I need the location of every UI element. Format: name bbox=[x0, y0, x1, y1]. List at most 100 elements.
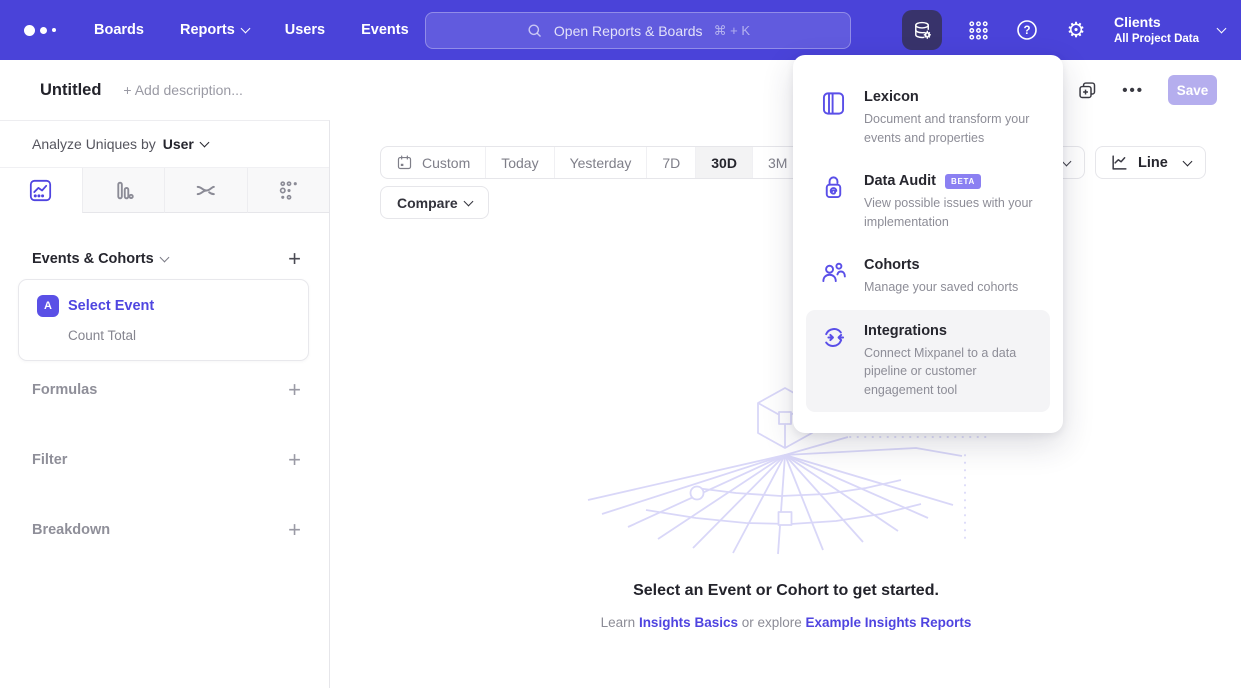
integrations-sync-icon bbox=[820, 324, 847, 351]
nav-item-users[interactable]: Users bbox=[285, 22, 325, 38]
learn-prefix: Learn bbox=[601, 615, 639, 630]
save-button[interactable]: Save bbox=[1168, 75, 1217, 105]
event-letter-badge: A bbox=[37, 295, 59, 317]
tab-metrics-grid[interactable] bbox=[247, 168, 330, 213]
nav-item-label: Reports bbox=[180, 22, 235, 38]
calendar-icon bbox=[396, 154, 413, 171]
org-name: Clients bbox=[1114, 13, 1199, 32]
search-placeholder: Open Reports & Boards bbox=[554, 23, 703, 39]
date-range-custom[interactable]: Custom bbox=[381, 147, 485, 178]
chevron-down-icon bbox=[1062, 156, 1072, 166]
data-management-button[interactable] bbox=[902, 10, 942, 50]
menu-item-cohorts[interactable]: Cohorts Manage your saved cohorts bbox=[806, 244, 1050, 310]
data-management-popover: Lexicon Document and transform your even… bbox=[793, 55, 1063, 433]
nav-item-label: Events bbox=[361, 22, 409, 38]
project-switcher[interactable]: Clients All Project Data bbox=[1114, 13, 1225, 47]
navbar-right-tools: ? ⚙ Clients All Project Data bbox=[902, 0, 1225, 60]
chevron-down-icon bbox=[463, 196, 473, 206]
event-card[interactable]: A Select Event Count Total bbox=[18, 279, 309, 361]
chevron-down-icon bbox=[240, 24, 250, 34]
add-formula-button[interactable]: + bbox=[288, 379, 301, 401]
beta-badge: BETA bbox=[945, 174, 981, 189]
date-range-today[interactable]: Today bbox=[485, 147, 553, 178]
analyze-label: Analyze Uniques by bbox=[32, 136, 156, 152]
add-event-button[interactable]: + bbox=[288, 248, 301, 270]
bar-chart-icon bbox=[111, 178, 136, 203]
event-aggregation-dropdown[interactable]: Count Total bbox=[68, 328, 290, 343]
tab-flow-chart[interactable] bbox=[164, 168, 247, 213]
menu-item-integrations[interactable]: Integrations Connect Mixpanel to a data … bbox=[806, 310, 1050, 413]
add-filter-button[interactable]: + bbox=[288, 449, 301, 471]
breakdown-label: Breakdown bbox=[32, 522, 110, 538]
date-range-label: Yesterday bbox=[570, 155, 632, 171]
date-range-label: 7D bbox=[662, 155, 680, 171]
line-chart-icon bbox=[28, 178, 53, 203]
nav-item-label: Users bbox=[285, 22, 325, 38]
chevron-down-icon bbox=[1182, 156, 1192, 166]
data-audit-icon bbox=[820, 174, 847, 201]
report-title[interactable]: Untitled bbox=[40, 81, 101, 100]
search-shortcut-hint: ⌘ + K bbox=[714, 23, 751, 39]
menu-item-description: Document and transform your events and p… bbox=[864, 110, 1046, 147]
menu-item-title: Cohorts bbox=[864, 257, 920, 273]
lexicon-book-icon bbox=[820, 90, 847, 117]
date-range-7d[interactable]: 7D bbox=[646, 147, 695, 178]
metrics-grid-icon bbox=[276, 178, 301, 203]
nav-item-label: Boards bbox=[94, 22, 144, 38]
chart-type-tabs bbox=[0, 167, 329, 213]
settings-button[interactable]: ⚙ bbox=[1063, 17, 1089, 43]
chevron-down-icon bbox=[159, 253, 169, 263]
menu-item-title: Integrations bbox=[864, 323, 947, 339]
menu-item-description: View possible issues with your implement… bbox=[864, 194, 1046, 231]
empty-state-title: Select an Event or Cohort to get started… bbox=[331, 582, 1241, 600]
filter-label: Filter bbox=[32, 452, 67, 468]
mixpanel-logo-icon[interactable] bbox=[24, 25, 56, 36]
add-breakdown-button[interactable]: + bbox=[288, 519, 301, 541]
events-cohorts-header: Events & Cohorts + bbox=[32, 248, 301, 270]
top-navbar: Boards Reports Users Events Open Reports… bbox=[0, 0, 1241, 60]
cohorts-users-icon bbox=[820, 258, 847, 285]
line-chart-icon bbox=[1110, 153, 1129, 172]
svg-text:?: ? bbox=[1023, 25, 1030, 37]
compare-dropdown[interactable]: Compare bbox=[380, 186, 489, 219]
more-options-button[interactable]: ••• bbox=[1122, 82, 1144, 99]
chart-type-dropdown[interactable]: Line bbox=[1095, 146, 1206, 179]
apps-grid-button[interactable] bbox=[965, 17, 991, 43]
gear-icon: ⚙ bbox=[1067, 20, 1086, 41]
menu-item-title: Data Audit bbox=[864, 173, 936, 189]
primary-nav: Boards Reports Users Events bbox=[94, 22, 409, 38]
analyze-value-dropdown[interactable]: User bbox=[163, 136, 208, 152]
nav-item-events[interactable]: Events bbox=[361, 22, 409, 38]
help-button[interactable]: ? bbox=[1014, 17, 1040, 43]
grid-dots-icon bbox=[967, 19, 990, 42]
tab-bar-chart[interactable] bbox=[82, 168, 165, 213]
chevron-down-icon bbox=[199, 138, 209, 148]
links-middle-text: or explore bbox=[738, 615, 806, 630]
global-search-input[interactable]: Open Reports & Boards ⌘ + K bbox=[425, 12, 851, 49]
search-icon bbox=[526, 22, 543, 39]
nav-item-boards[interactable]: Boards bbox=[94, 22, 144, 38]
menu-item-lexicon[interactable]: Lexicon Document and transform your even… bbox=[806, 76, 1050, 160]
select-event-button[interactable]: Select Event bbox=[68, 298, 154, 314]
date-range-30d-selected[interactable]: 30D bbox=[695, 147, 752, 178]
duplicate-report-icon[interactable] bbox=[1077, 80, 1098, 101]
nav-item-reports[interactable]: Reports bbox=[180, 22, 249, 38]
insights-basics-link[interactable]: Insights Basics bbox=[639, 615, 738, 630]
menu-item-description: Manage your saved cohorts bbox=[864, 278, 1046, 297]
example-reports-link[interactable]: Example Insights Reports bbox=[806, 615, 972, 630]
empty-state-links: Learn Insights Basics or explore Example… bbox=[331, 615, 1241, 630]
analyze-value: User bbox=[163, 136, 194, 152]
breakdown-section: Breakdown + bbox=[32, 519, 301, 541]
analyze-uniques-row: Analyze Uniques by User bbox=[0, 121, 329, 167]
tab-line-chart[interactable] bbox=[0, 168, 82, 213]
report-canvas: Custom Today Yesterday 7D 30D 3M 6M Line… bbox=[331, 120, 1241, 688]
empty-state: Select an Event or Cohort to get started… bbox=[331, 582, 1241, 630]
menu-item-data-audit[interactable]: Data Audit BETA View possible issues with… bbox=[806, 160, 1050, 244]
add-description-field[interactable]: + Add description... bbox=[123, 82, 242, 98]
formulas-label: Formulas bbox=[32, 382, 97, 398]
events-cohorts-label: Events & Cohorts bbox=[32, 251, 154, 267]
database-gear-icon bbox=[911, 19, 934, 42]
menu-item-description: Connect Mixpanel to a data pipeline or c… bbox=[864, 344, 1046, 400]
date-range-label: 30D bbox=[711, 155, 737, 171]
date-range-yesterday[interactable]: Yesterday bbox=[554, 147, 647, 178]
